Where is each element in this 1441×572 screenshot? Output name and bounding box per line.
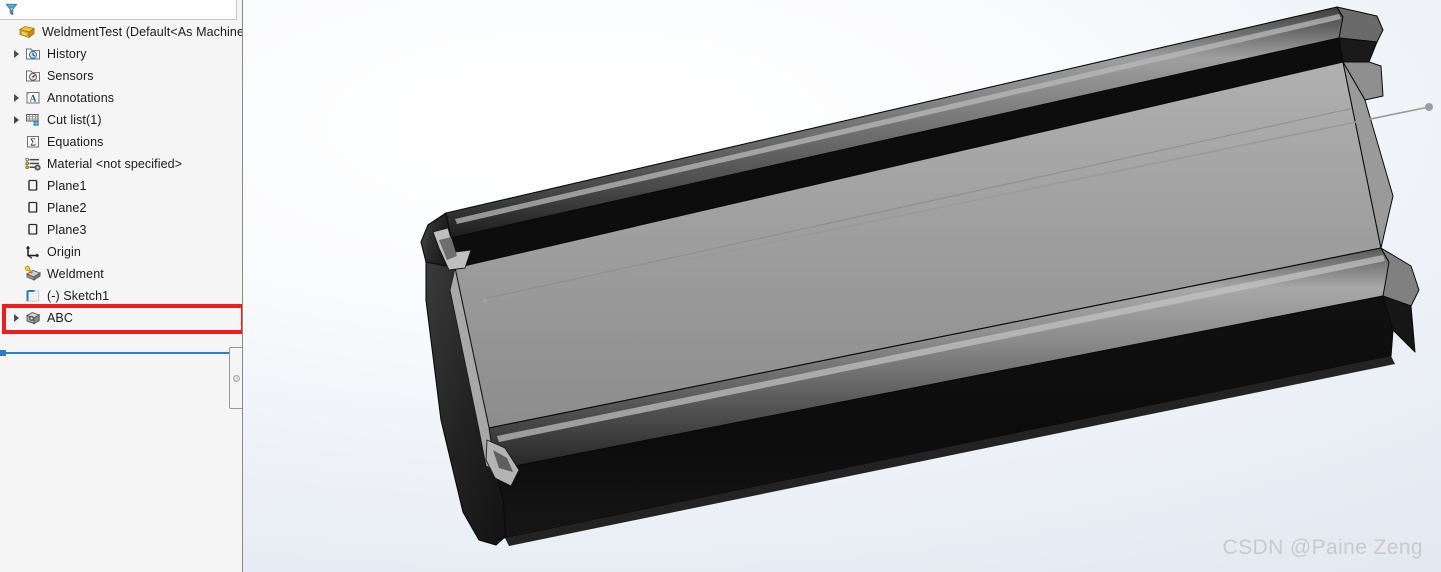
tree-item-label: Annotations: [47, 91, 115, 105]
feature-manager-panel: WeldmentTest (Default<As Machined> Histo…: [0, 0, 243, 572]
tree-item-material-not-specified[interactable]: Material <not specified>: [0, 153, 242, 175]
plane-icon: [24, 199, 42, 217]
tree-item-plane3[interactable]: Plane3: [0, 219, 242, 241]
sensors-folder-icon: [24, 67, 42, 85]
body-folder-icon: [24, 309, 42, 327]
feature-tree: WeldmentTest (Default<As Machined> Histo…: [0, 20, 242, 356]
tree-expander-spacer: [8, 263, 24, 285]
tree-item-label: ABC: [47, 311, 74, 325]
strut-channel-body: [420, 6, 1420, 546]
tree-expander-spacer: [8, 241, 24, 263]
tree-item-weldment[interactable]: Weldment: [0, 263, 242, 285]
rollback-bar-knob[interactable]: [0, 350, 6, 356]
tree-root-node[interactable]: WeldmentTest (Default<As Machined>: [0, 21, 242, 43]
tree-item-annotations[interactable]: A Annotations: [0, 87, 242, 109]
tree-expander-spacer: [8, 175, 24, 197]
tree-item-label: Material <not specified>: [47, 157, 183, 171]
annotations-icon: A: [24, 89, 42, 107]
tree-item-label: Plane1: [47, 179, 87, 193]
plane-icon: [24, 221, 42, 239]
tree-item-sketch1[interactable]: (-) Sketch1: [0, 285, 242, 307]
tree-expander-icon[interactable]: [8, 87, 24, 109]
tree-item-abc[interactable]: ABC: [0, 307, 242, 329]
equations-sigma-icon: Σ: [24, 133, 42, 151]
tree-expander-spacer: [8, 219, 24, 241]
panel-resize-grip[interactable]: [229, 347, 242, 409]
tree-item-label: Equations: [47, 135, 104, 149]
tree-item-origin[interactable]: Origin: [0, 241, 242, 263]
tree-item-equations[interactable]: Σ Equations: [0, 131, 242, 153]
rollback-bar[interactable]: [0, 350, 240, 356]
tree-expander-icon[interactable]: [8, 307, 24, 329]
graphics-viewport[interactable]: CSDN @Paine Zeng: [243, 0, 1441, 572]
cut-list-icon: [24, 111, 42, 129]
material-icon: [24, 155, 42, 173]
tree-item-label: Sensors: [47, 69, 94, 83]
tree-item-label: (-) Sketch1: [47, 289, 110, 303]
tree-expander-spacer: [8, 153, 24, 175]
plane-icon: [24, 177, 42, 195]
history-folder-icon: [24, 45, 42, 63]
tree-expander-spacer: [8, 131, 24, 153]
tree-item-label: History: [47, 47, 87, 61]
model-canvas: [420, 6, 1433, 546]
funnel-filter-icon[interactable]: [4, 2, 19, 17]
tree-expander-icon[interactable]: [8, 43, 24, 65]
tree-item-list: History Sensors A Annotations Cut list(1…: [0, 43, 242, 329]
tree-item-label: Plane2: [47, 201, 87, 215]
feature-tree-filter-input[interactable]: [19, 2, 199, 17]
origin-axes-icon: [24, 243, 42, 261]
svg-text:A: A: [30, 94, 37, 104]
tree-item-sensors[interactable]: Sensors: [0, 65, 242, 87]
tree-item-label: Weldment: [47, 267, 104, 281]
tree-item-label: Origin: [47, 245, 81, 259]
svg-text:Σ: Σ: [30, 138, 36, 149]
solidworks-window: WeldmentTest (Default<As Machined> Histo…: [0, 0, 1441, 572]
weldment-part-icon: [18, 23, 36, 41]
tree-item-plane2[interactable]: Plane2: [0, 197, 242, 219]
tree-item-label: Cut list(1): [47, 113, 102, 127]
csdn-watermark: CSDN @Paine Zeng: [1222, 536, 1423, 559]
weldment-feature-icon: [24, 265, 42, 283]
tree-item-label: Plane3: [47, 223, 87, 237]
tree-item-history[interactable]: History: [0, 43, 242, 65]
tree-root-label: WeldmentTest (Default<As Machined>: [42, 25, 243, 39]
tree-expander: [2, 21, 18, 43]
feature-tree-filter-bar[interactable]: [0, 0, 237, 20]
tree-item-plane1[interactable]: Plane1: [0, 175, 242, 197]
resize-grip-dot: [233, 374, 240, 382]
tree-expander-spacer: [8, 285, 24, 307]
sketch-icon: [24, 287, 42, 305]
tree-expander-spacer: [8, 197, 24, 219]
tree-expander-spacer: [8, 65, 24, 87]
tree-item-cut-list-1[interactable]: Cut list(1): [0, 109, 242, 131]
tree-expander-icon[interactable]: [8, 109, 24, 131]
